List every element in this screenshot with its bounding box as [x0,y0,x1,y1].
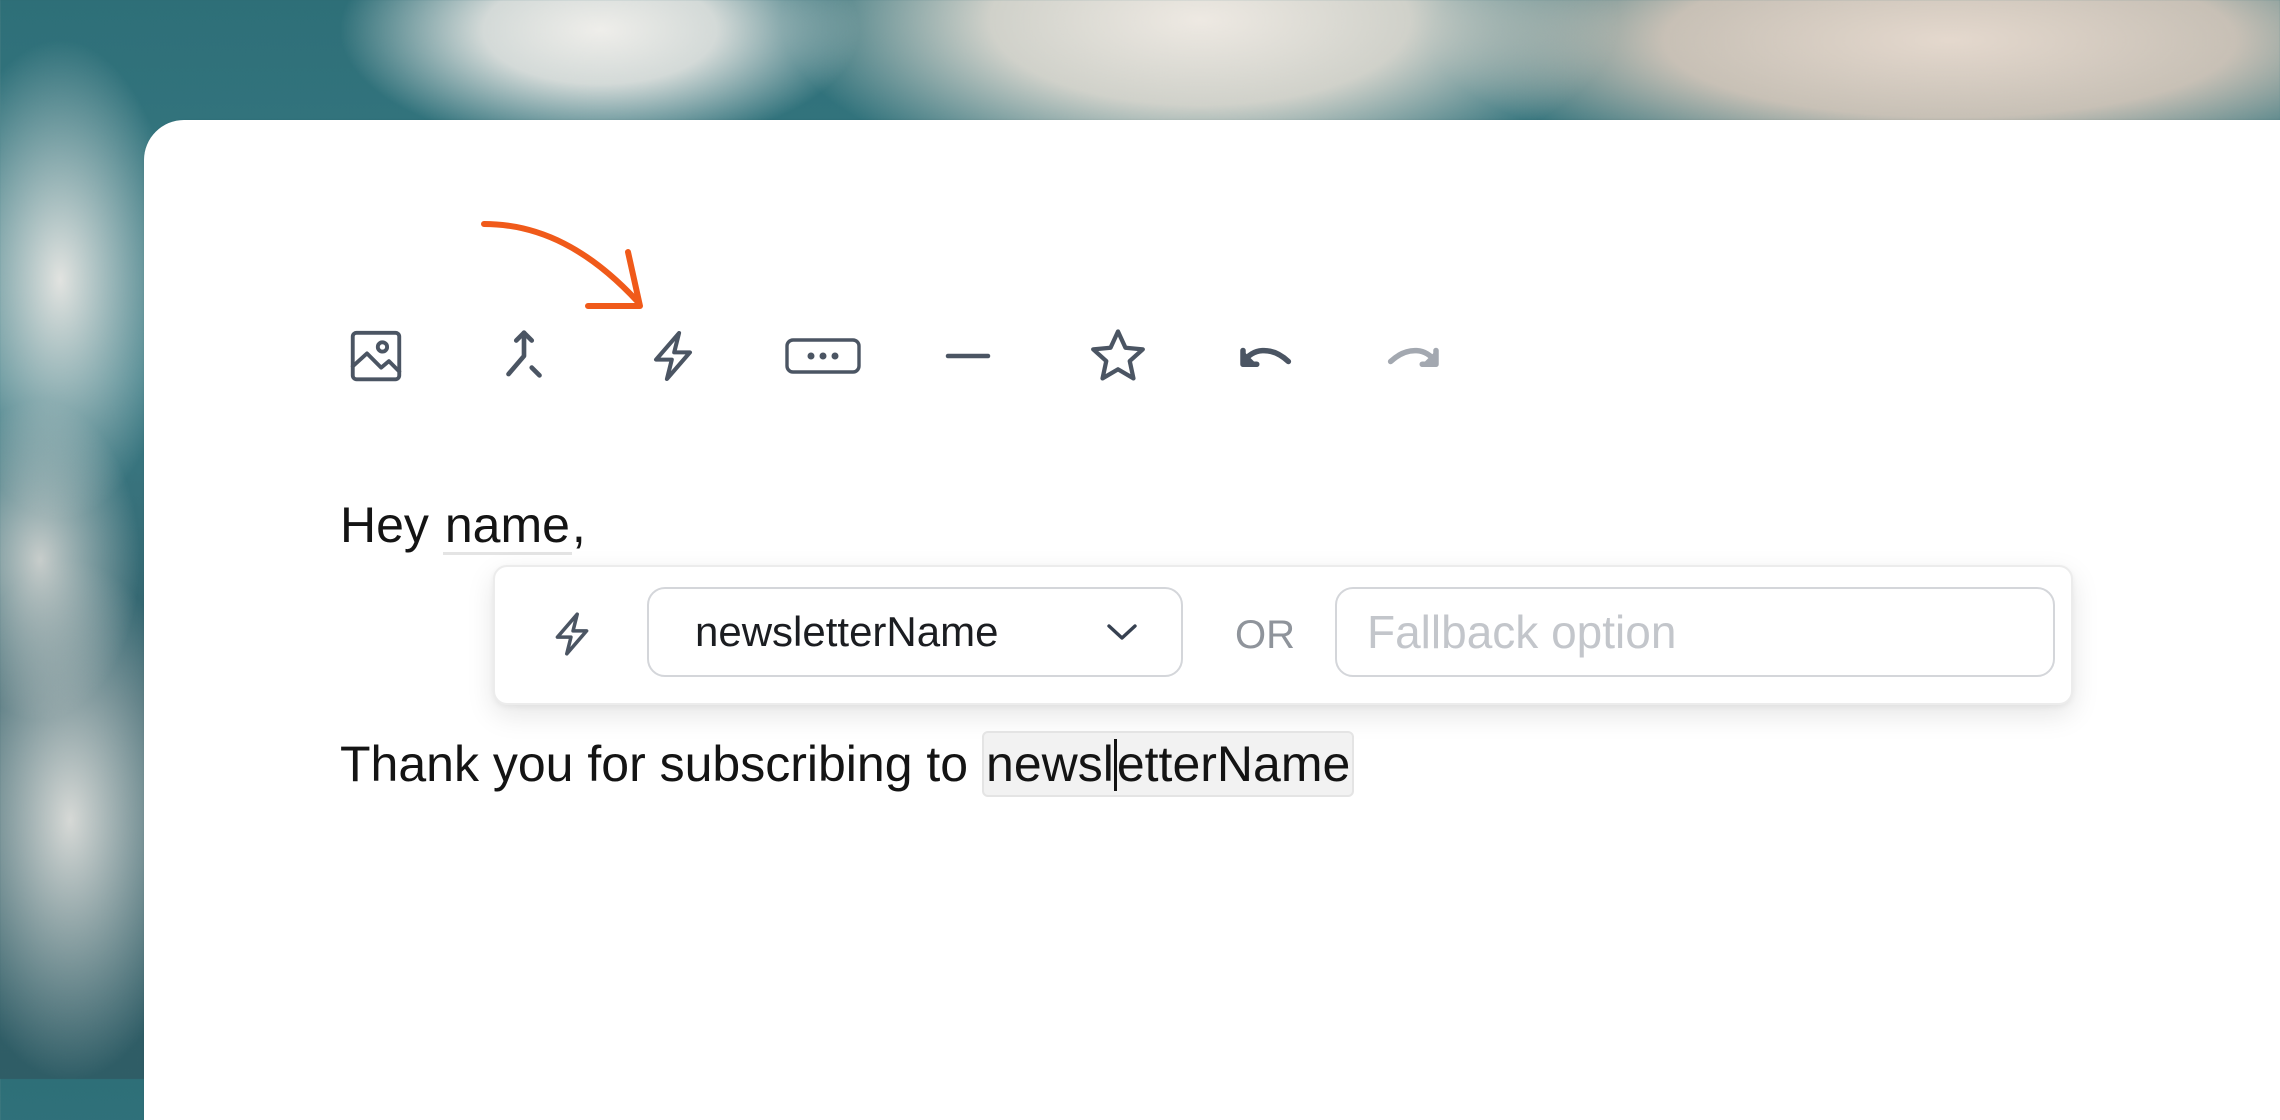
greeting-suffix: , [571,497,586,553]
undo-button[interactable] [1229,320,1301,392]
star-icon [1091,329,1145,381]
body-line[interactable]: Thank you for subscribing to newsletterN… [340,731,1355,797]
redo-icon [1387,347,1439,367]
newsletter-variable-chip[interactable]: newsletterName [982,731,1355,797]
lightning-icon [555,612,589,656]
merge-button[interactable] [488,320,560,392]
variable-select-value: newsletterName [695,608,999,655]
greeting-variable[interactable]: name [442,498,572,555]
lightning-icon [654,330,692,382]
insert-variable-button[interactable] [637,320,709,392]
variable-popover: newsletterName OR [493,565,2073,705]
insert-divider-button[interactable] [932,320,1004,392]
insert-rating-button[interactable] [1082,320,1154,392]
divider-icon [945,353,991,359]
chip-text-after-caret: etterName [1116,736,1351,792]
merge-icon [506,330,542,378]
variable-select[interactable]: newsletterName [647,587,1183,677]
annotation-arrow [481,221,643,309]
redo-button[interactable] [1378,320,1450,392]
chip-text-before-caret: newsl [986,736,1114,792]
chevron-down-icon [1107,624,1137,640]
body-prefix: Thank you for subscribing to [340,736,969,792]
greeting-prefix: Hey [340,497,429,553]
or-label: OR [1235,613,1295,657]
insert-button-button[interactable] [778,320,868,392]
button-icon [785,338,861,374]
greeting-line[interactable]: Hey name, [340,495,586,555]
undo-icon [1240,347,1292,367]
image-icon [350,330,402,382]
insert-image-button[interactable] [340,320,412,392]
fallback-option-input[interactable] [1335,587,2055,677]
